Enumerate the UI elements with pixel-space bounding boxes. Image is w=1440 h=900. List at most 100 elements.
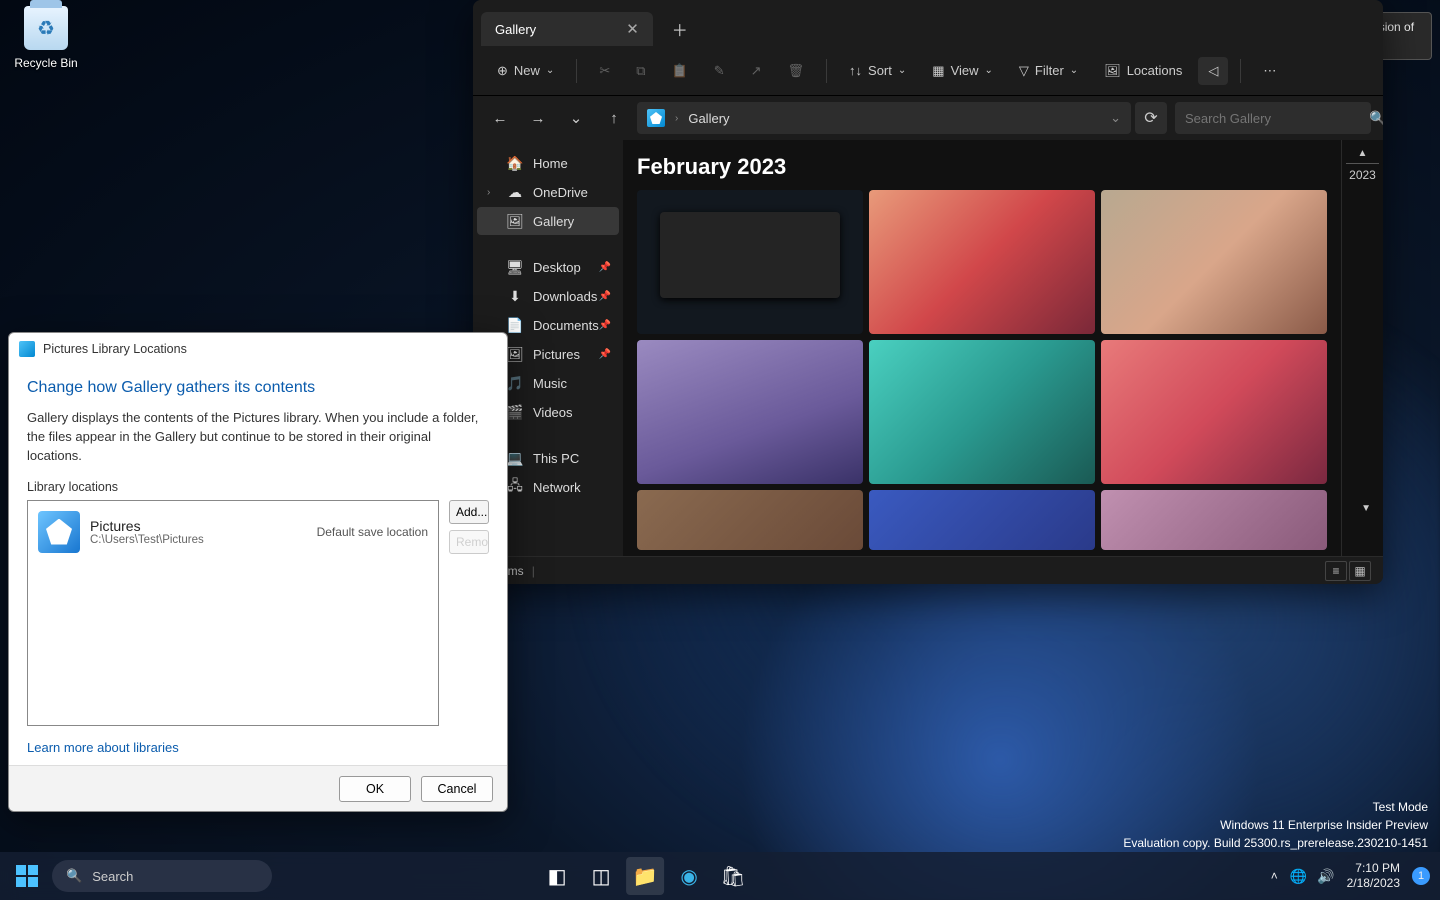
location-name: Pictures xyxy=(90,518,307,534)
locations-list[interactable]: Pictures C:\Users\Test\Pictures Default … xyxy=(27,500,439,726)
learn-more-link[interactable]: Learn more about libraries xyxy=(27,740,489,755)
share-icon: ↗ xyxy=(751,63,762,79)
paste-icon: 📋 xyxy=(672,63,688,79)
recent-dropdown[interactable]: ⌄ xyxy=(561,103,591,133)
add-button[interactable]: Add... xyxy=(449,500,489,524)
pictures-icon: 🖼 xyxy=(507,346,523,362)
taskbar-pinned: ◧ ◫ 📁 ◉ 🛍 xyxy=(538,857,752,895)
thumbnail[interactable] xyxy=(637,490,863,550)
filter-button[interactable]: ▽ Filter ⌄ xyxy=(1009,57,1088,85)
thumbnail[interactable] xyxy=(637,340,863,484)
store-taskbar[interactable]: 🛍 xyxy=(714,857,752,895)
cut-icon: ✂ xyxy=(599,63,610,79)
tab-gallery[interactable]: Gallery ✕ xyxy=(481,12,653,46)
desktop-icon: 🖥 xyxy=(507,259,523,275)
notification-badge[interactable]: 1 xyxy=(1412,867,1430,885)
new-button[interactable]: ⊕ New ⌄ xyxy=(487,57,564,85)
azure-button[interactable]: ◁ xyxy=(1198,57,1228,85)
thumbnail[interactable] xyxy=(1101,190,1327,334)
location-item[interactable]: Pictures C:\Users\Test\Pictures Default … xyxy=(38,511,428,553)
home-icon: 🏠 xyxy=(507,155,523,171)
thumbnails-view-button[interactable]: ▦ xyxy=(1349,561,1371,581)
pin-icon[interactable]: 📌 xyxy=(599,320,611,331)
widgets-button[interactable]: ◫ xyxy=(582,857,620,895)
clock[interactable]: 7:10 PM 2/18/2023 xyxy=(1347,861,1400,891)
rename-icon: ✎ xyxy=(714,63,725,79)
address-bar[interactable]: › Gallery ⌄ xyxy=(637,102,1131,134)
edge-icon: ◉ xyxy=(680,864,697,889)
refresh-button[interactable]: ⟳ xyxy=(1135,102,1167,134)
downloads-icon: ⬇ xyxy=(507,288,523,304)
chevron-right-icon[interactable]: › xyxy=(487,187,490,198)
sidebar-item-gallery[interactable]: 🖼Gallery xyxy=(477,207,619,235)
task-view-icon: ◧ xyxy=(548,864,567,889)
rename-button: ✎ xyxy=(704,57,735,85)
cut-button: ✂ xyxy=(589,57,620,85)
volume-icon[interactable]: 🔊 xyxy=(1317,868,1334,885)
file-explorer-taskbar[interactable]: 📁 xyxy=(626,857,664,895)
desktop-watermark: Test Mode Windows 11 Enterprise Insider … xyxy=(1123,798,1428,852)
sidebar-item-home[interactable]: 🏠Home xyxy=(477,149,619,177)
nav-bar: ← → ⌄ ↑ › Gallery ⌄ ⟳ 🔍 xyxy=(473,96,1383,140)
videos-icon: 🎬 xyxy=(507,404,523,420)
task-view-button[interactable]: ◧ xyxy=(538,857,576,895)
taskbar-search[interactable]: 🔍 Search xyxy=(52,860,272,892)
thumbnail[interactable] xyxy=(637,190,863,334)
cancel-button[interactable]: Cancel xyxy=(421,776,493,802)
sort-button[interactable]: ↑↓ Sort ⌄ xyxy=(839,57,916,84)
folder-icon: 📁 xyxy=(633,864,658,889)
chevron-down-icon: ⌄ xyxy=(546,65,554,76)
thumbnail[interactable] xyxy=(1101,490,1327,550)
search-input[interactable] xyxy=(1185,111,1361,126)
section-label: Library locations xyxy=(27,480,489,494)
thumbnail[interactable] xyxy=(869,340,1095,484)
copy-icon: ⧉ xyxy=(636,63,645,79)
trash-icon: 🗑 xyxy=(788,63,805,79)
ok-button[interactable]: OK xyxy=(339,776,411,802)
forward-button[interactable]: → xyxy=(523,103,553,133)
thumbnail[interactable] xyxy=(869,490,1095,550)
dialog-description: Gallery displays the contents of the Pic… xyxy=(27,409,489,466)
titlebar[interactable]: Gallery ✕ ＋ xyxy=(473,0,1383,46)
tray-chevron[interactable]: ˄ xyxy=(1271,869,1278,883)
sort-icon: ↑↓ xyxy=(849,63,862,78)
more-button[interactable]: ⋯ xyxy=(1253,57,1286,85)
chevron-down-icon[interactable]: ▼ xyxy=(1361,503,1371,514)
close-tab-icon[interactable]: ✕ xyxy=(626,20,639,38)
pin-icon[interactable]: 📌 xyxy=(599,291,611,302)
edge-taskbar[interactable]: ◉ xyxy=(670,857,708,895)
thumbnail[interactable] xyxy=(869,190,1095,334)
search-box[interactable]: 🔍 xyxy=(1175,102,1371,134)
locations-button[interactable]: 🖼 Locations xyxy=(1094,57,1192,85)
sidebar-item-desktop[interactable]: 🖥Desktop📌 xyxy=(477,253,619,281)
address-dropdown[interactable]: ⌄ xyxy=(1110,110,1121,126)
view-button[interactable]: ▦ View ⌄ xyxy=(922,57,1003,85)
documents-icon: 📄 xyxy=(507,317,523,333)
paste-button: 📋 xyxy=(662,57,698,85)
chevron-up-icon[interactable]: ▲ xyxy=(1346,148,1379,159)
share-button: ↗ xyxy=(741,57,772,85)
store-icon: 🛍 xyxy=(720,864,745,889)
back-button[interactable]: ← xyxy=(485,103,515,133)
timeline-scrubber[interactable]: ▲ 2023 ▼ xyxy=(1341,140,1383,556)
chevron-down-icon: ⌄ xyxy=(898,65,906,76)
pin-icon[interactable]: 📌 xyxy=(599,349,611,360)
details-view-button[interactable]: ≡ xyxy=(1325,561,1347,581)
windows-icon xyxy=(16,865,38,887)
pin-icon[interactable]: 📌 xyxy=(599,262,611,273)
new-tab-button[interactable]: ＋ xyxy=(663,12,697,46)
network-icon[interactable]: 🌐 xyxy=(1290,868,1307,885)
start-button[interactable] xyxy=(10,859,44,893)
up-button[interactable]: ↑ xyxy=(599,103,629,133)
thumbnail[interactable] xyxy=(1101,340,1327,484)
breadcrumb[interactable]: Gallery xyxy=(688,111,729,126)
gallery-view: February 2023 ▲ 2023 ▼ xyxy=(623,140,1383,556)
recycle-bin[interactable]: Recycle Bin xyxy=(8,6,84,72)
sidebar-item-onedrive[interactable]: ›☁OneDrive xyxy=(477,178,619,206)
azure-icon: ◁ xyxy=(1208,63,1218,79)
chevron-right-icon: › xyxy=(675,113,678,124)
dialog-title[interactable]: Pictures Library Locations xyxy=(9,333,507,365)
remove-button[interactable]: Remove xyxy=(449,530,489,554)
sidebar-item-downloads[interactable]: ⬇Downloads📌 xyxy=(477,282,619,310)
search-icon[interactable]: 🔍 xyxy=(1369,110,1383,127)
